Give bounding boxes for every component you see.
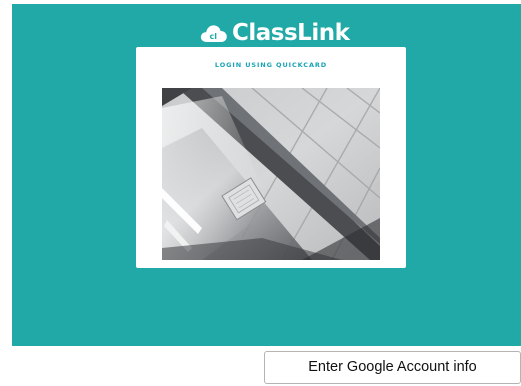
camera-feed-image: [162, 88, 380, 260]
quickcard-card: LOGIN USING QUICKCARD: [136, 47, 406, 268]
camera-preview: [162, 88, 380, 260]
classlink-cloud-icon: cl: [200, 25, 227, 42]
quickcard-title: LOGIN USING QUICKCARD: [214, 61, 328, 69]
login-panel: cl ClassLink LOGIN USING QUICKCARD: [12, 4, 521, 346]
brand-name: ClassLink: [232, 20, 350, 46]
svg-text:cl: cl: [210, 32, 218, 41]
enter-google-account-button[interactable]: Enter Google Account info: [264, 351, 521, 384]
classlink-logo: cl ClassLink: [200, 18, 350, 48]
